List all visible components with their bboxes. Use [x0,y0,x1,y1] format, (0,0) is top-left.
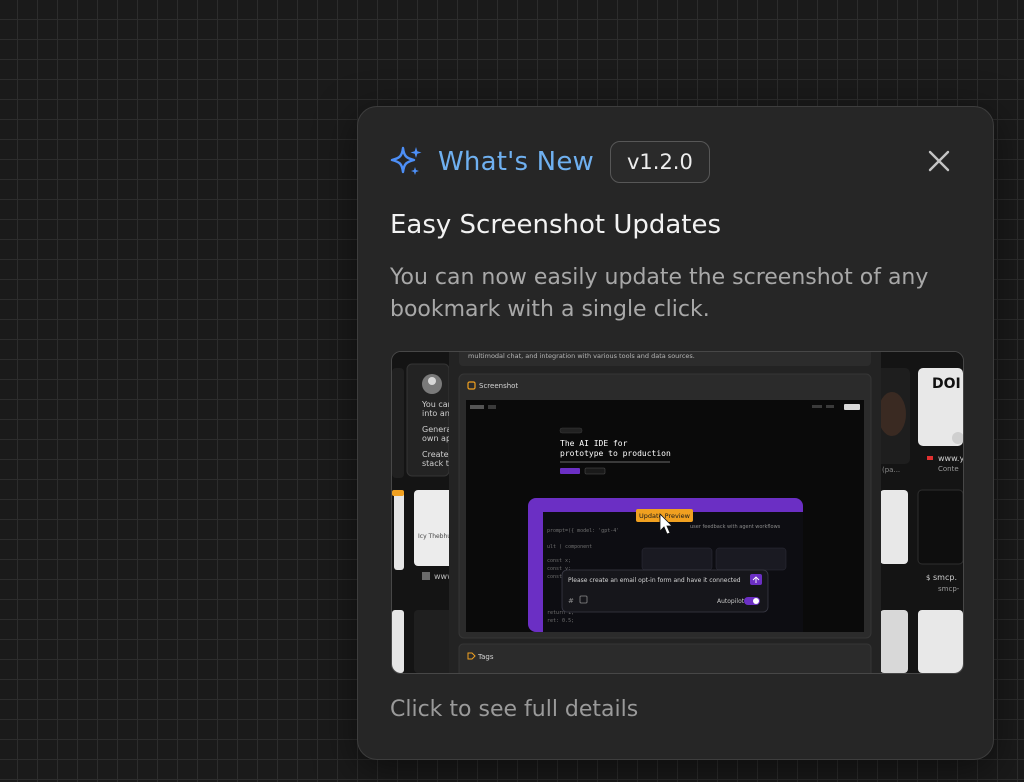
whats-new-title: What's New [438,147,594,177]
tags-label: Tags [477,653,494,661]
version-badge: v1.2.0 [609,141,710,183]
right-card-text: DOI [932,376,961,392]
feature-description: You can now easily update the screenshot… [390,265,929,322]
popover-header: What's New v1.2.0 [390,140,710,184]
svg-text:user feedback with agent workf: user feedback with agent workflows [690,524,781,530]
left-card-line: You can [421,400,453,409]
right-url: www.y [938,454,963,463]
see-full-details-link[interactable]: Click to see full details [390,697,638,722]
svg-text:ret: 0.5;: ret: 0.5; [547,618,574,624]
svg-text:const x;: const x; [547,558,571,564]
autopilot-label: Autopilot [717,598,745,605]
svg-text:ult ( component: ult ( component [547,544,592,550]
whats-new-popover: What's New v1.2.0 Easy Screenshot Update… [357,106,994,760]
svg-text:#: # [568,597,574,605]
right-url2: smcp. [933,573,957,582]
prompt-text: Please create an email opt-in form and h… [568,577,741,584]
screenshot-label: Screenshot [479,382,518,390]
preview-hero-line2: prototype to production [560,449,671,458]
right-sub: Conte [938,465,959,473]
svg-text:prompt=({ model: 'gpt-4': prompt=({ model: 'gpt-4' [547,528,619,534]
feature-title: Easy Screenshot Updates [390,210,722,240]
sparkles-icon [390,146,422,175]
feature-preview-image[interactable]: You can into any Generate own app Create… [391,351,964,674]
preview-hero-line1: The AI IDE for [560,439,628,448]
right-sub2: smcp- [938,585,960,593]
right-bookmark-column: (pa... DOI www.y Conte $ smcp. smcp- [874,368,963,673]
bookmark-detail-panel: multimodal chat, and integration with va… [449,352,881,673]
svg-text:$: $ [926,574,930,582]
close-icon[interactable] [927,149,951,173]
svg-text:(pa...: (pa... [882,466,900,474]
panel-top-text: multimodal chat, and integration with va… [468,352,695,360]
